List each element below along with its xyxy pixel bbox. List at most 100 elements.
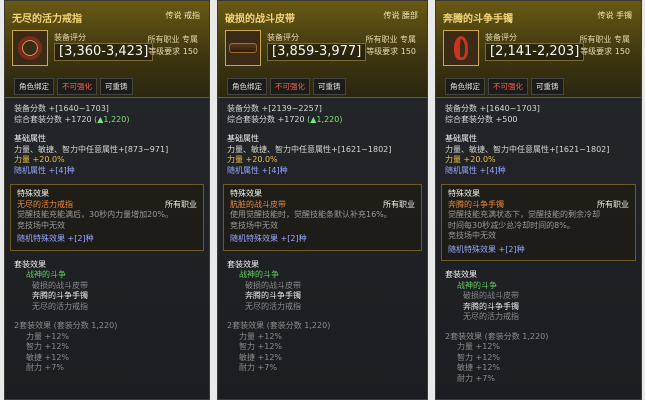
item-rarity: 传说 腰部	[383, 11, 418, 20]
special-pvp-note: 竞技场中无效	[17, 220, 65, 230]
profession-info: 所有职业 专属 等级要求 150	[365, 34, 416, 58]
item-title: 无尽的活力戒指	[12, 14, 82, 25]
special-desc: 使用觉醒技能时，觉醒技能条默认补充16%。	[230, 210, 392, 219]
profession-line: 所有职业 专属	[579, 35, 630, 44]
gear-score: 装备分数 +[2139~2257]	[227, 104, 322, 113]
score-label: 装备评分	[267, 33, 299, 42]
special-name: 奔腾的斗争手镯	[448, 199, 504, 209]
tooltip-body: 装备分数 +[2139~2257] 综合套装分数 +1720 (▲1,220) …	[217, 98, 428, 374]
set-bonus: 力量 +12%	[26, 331, 70, 341]
set-item: 奔腾的斗争手镯	[463, 301, 519, 311]
set-bonus-header: 2套装效果 (套装分数 1,220)	[14, 321, 118, 330]
set-name: 战神的斗争	[239, 270, 279, 279]
tag-no-enhance: 不可强化	[57, 78, 97, 95]
score-label: 装备评分	[485, 33, 517, 42]
set-bonus: 耐力 +7%	[26, 363, 64, 372]
tooltip-body: 装备分数 +[1640~1703] 综合套装分数 +1720 (▲1,220) …	[4, 98, 210, 374]
item-tooltip-bracer: 奔腾的斗争手镯 传说 手镯 装备评分 [2,141-2,203] 所有职业 专属…	[435, 0, 642, 400]
tooltip-header: 奔腾的斗争手镯 传说 手镯 装备评分 [2,141-2,203] 所有职业 专属…	[435, 0, 642, 98]
score-value: [3,859-3,977]	[267, 43, 367, 61]
special-name: 无尽的活力戒指	[17, 199, 73, 209]
set-score-delta: (▲1,220)	[94, 114, 130, 124]
tag-bound: 角色绑定	[445, 78, 485, 95]
tag-bound: 角色绑定	[14, 78, 54, 95]
special-desc: 觉醒技能充满状态下，觉醒技能的剩余冷却	[448, 210, 600, 219]
stat-line: 力量、敏捷、智力中任意属性+[1621~1802]	[445, 144, 610, 154]
item-title: 破损的战斗皮带	[225, 14, 295, 25]
special-effect-box: 特殊效果 肮脏的战斗皮带 所有职业 使用觉醒技能时，觉醒技能条默认补充16%。 …	[223, 184, 422, 251]
tag-reforge: 可重铸	[313, 78, 346, 95]
special-header: 特殊效果	[448, 189, 480, 198]
belt-icon	[225, 30, 261, 66]
set-item: 奔腾的斗争手镯	[245, 291, 301, 300]
power-bonus: 力量 +20.0%	[445, 155, 496, 164]
set-header: 套装效果	[14, 259, 46, 269]
tag-no-enhance: 不可强化	[488, 78, 528, 95]
item-tooltip-belt: 破损的战斗皮带 传说 腰部 装备评分 [3,859-3,977] 所有职业 专属…	[217, 0, 428, 400]
set-item: 破损的战斗皮带	[245, 280, 301, 290]
random-special: 随机特殊效果 +[2]种	[230, 234, 307, 243]
score-value: [2,141-2,203]	[485, 43, 585, 61]
special-effect-box: 特殊效果 奔腾的斗争手镯 所有职业 觉醒技能充满状态下，觉醒技能的剩余冷却 时间…	[441, 184, 636, 261]
set-score: 综合套装分数 +1720	[227, 114, 305, 124]
set-item: 奔腾的斗争手镯	[32, 291, 88, 300]
binding-tags: 角色绑定 不可强化 可重铸	[445, 78, 564, 95]
set-bonus-header: 2套装效果 (套装分数 1,220)	[445, 331, 549, 341]
item-rarity: 传说 戒指	[165, 11, 200, 20]
item-tooltip-ring: 无尽的活力戒指 传说 戒指 装备评分 [3,360-3,423] 所有职业 专属…	[4, 0, 210, 400]
gear-score: 装备分数 +[1640~1703]	[445, 104, 540, 113]
tag-reforge: 可重铸	[531, 78, 564, 95]
set-header: 套装效果	[227, 259, 259, 269]
random-attr: 随机属性 +[4]种	[445, 165, 506, 175]
tooltip-header: 破损的战斗皮带 传说 腰部 装备评分 [3,859-3,977] 所有职业 专属…	[217, 0, 428, 98]
basic-attr-header: 基础属性	[445, 134, 477, 143]
set-score: 综合套装分数 +1720	[14, 114, 92, 124]
set-bonus: 智力 +12%	[457, 352, 501, 362]
set-bonus: 敏捷 +12%	[457, 363, 501, 372]
stat-line: 力量、敏捷、智力中任意属性+[1621~1802]	[227, 144, 392, 154]
score-value: [3,360-3,423]	[54, 43, 154, 61]
level-requirement: 等级要求 150	[148, 47, 198, 56]
power-bonus: 力量 +20.0%	[14, 155, 65, 164]
set-score-line: 综合套装分数 +1720 (▲1,220)	[227, 115, 418, 126]
set-item: 无尽的活力戒指	[32, 301, 88, 311]
set-item: 无尽的活力戒指	[463, 312, 519, 321]
set-score-delta: (▲1,220)	[307, 114, 343, 124]
set-bonus: 力量 +12%	[457, 342, 501, 351]
power-bonus: 力量 +20.0%	[227, 155, 278, 164]
special-name: 肮脏的战斗皮带	[230, 199, 286, 209]
special-pvp-note: 竞技场中无效	[448, 231, 496, 240]
stat-line: 力量、敏捷、智力中任意属性+[873~971]	[14, 144, 169, 154]
special-prof: 所有职业	[383, 199, 415, 209]
special-header: 特殊效果	[17, 189, 49, 198]
set-bonus: 耐力 +7%	[457, 373, 495, 383]
profession-line: 所有职业 专属	[365, 35, 416, 44]
set-bonus: 敏捷 +12%	[26, 352, 70, 362]
binding-tags: 角色绑定 不可强化 可重铸	[14, 78, 133, 95]
special-header: 特殊效果	[230, 189, 262, 198]
tooltip-header: 无尽的活力戒指 传说 戒指 装备评分 [3,360-3,423] 所有职业 专属…	[4, 0, 210, 98]
set-item: 破损的战斗皮带	[32, 280, 88, 290]
random-attr: 随机属性 +[4]种	[14, 165, 75, 175]
gear-score: 装备分数 +[1640~1703]	[14, 104, 109, 113]
tooltip-body: 装备分数 +[1640~1703] 综合套装分数 +500 基础属性 力量、敏捷…	[435, 98, 642, 384]
set-bonus: 力量 +12%	[239, 331, 283, 341]
random-attr: 随机属性 +[4]种	[227, 165, 288, 175]
set-bonus: 耐力 +7%	[239, 363, 277, 372]
profession-info: 所有职业 专属 等级要求 150	[579, 34, 630, 58]
tag-bound: 角色绑定	[227, 78, 267, 95]
set-bonus: 智力 +12%	[239, 342, 283, 351]
profession-info: 所有职业 专属 等级要求 150	[147, 34, 198, 58]
random-special: 随机特殊效果 +[2]种	[448, 244, 525, 254]
set-name: 战神的斗争	[457, 280, 497, 290]
special-prof: 所有职业	[597, 199, 629, 209]
level-requirement: 等级要求 150	[580, 47, 630, 56]
set-item: 破损的战斗皮带	[463, 291, 519, 300]
set-bonus-header: 2套装效果 (套装分数 1,220)	[227, 321, 331, 330]
ring-icon	[12, 30, 48, 66]
set-score: 综合套装分数 +500	[445, 114, 518, 124]
item-title: 奔腾的斗争手镯	[443, 14, 513, 25]
set-score-line: 综合套装分数 +1720 (▲1,220)	[14, 115, 200, 126]
random-special: 随机特殊效果 +[2]种	[17, 234, 94, 243]
level-requirement: 等级要求 150	[366, 47, 416, 56]
